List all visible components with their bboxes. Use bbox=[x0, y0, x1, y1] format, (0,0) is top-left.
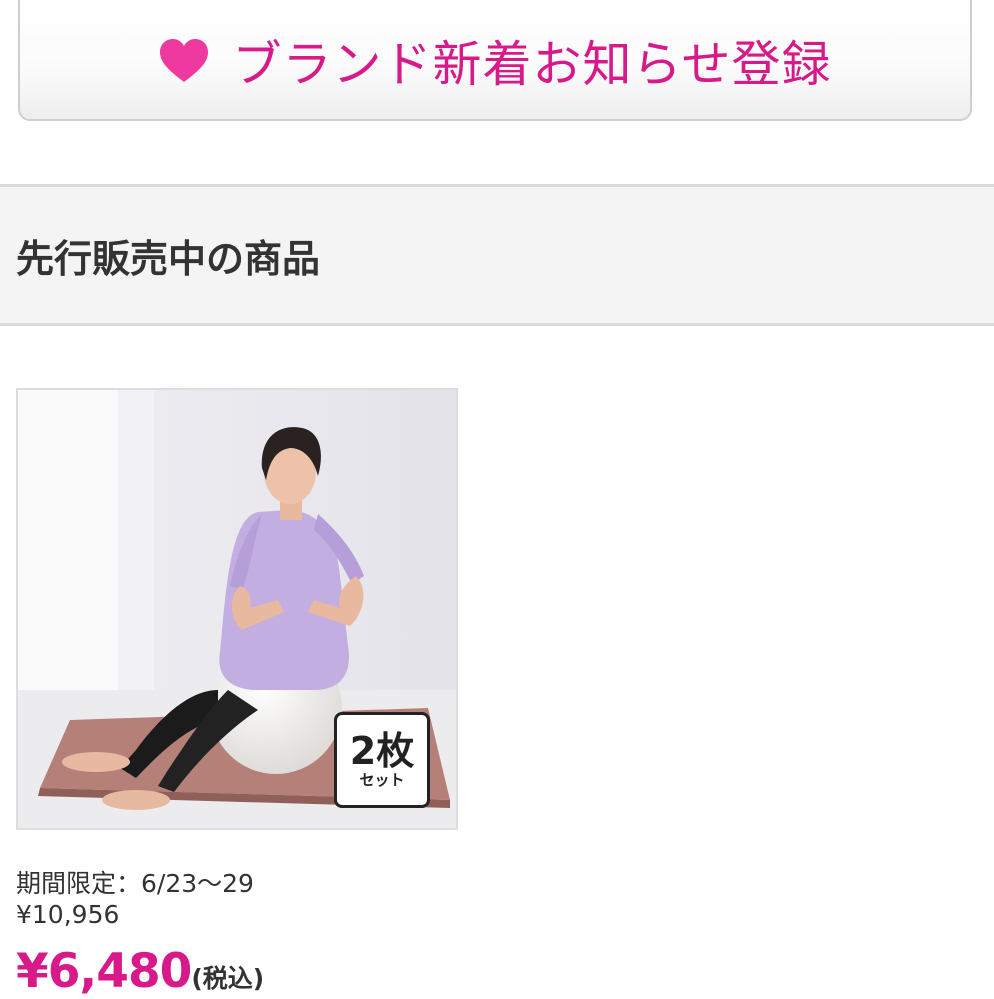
tax-label: (税込) bbox=[191, 964, 265, 993]
brand-news-register-label: ブランド新着お知らせ登録 bbox=[232, 36, 832, 93]
product-card[interactable]: 2枚 セット bbox=[16, 388, 458, 830]
original-price: ¥10,956 bbox=[16, 900, 120, 929]
set-badge: 2枚 セット bbox=[334, 712, 430, 808]
section-header: 先行販売中の商品 bbox=[0, 184, 994, 326]
section-title: 先行販売中の商品 bbox=[16, 236, 321, 281]
sale-price: ¥6,480(税込) bbox=[16, 944, 264, 999]
sale-price-amount: ¥6,480 bbox=[16, 944, 192, 999]
sale-period: 期間限定：6/23〜29 bbox=[16, 869, 254, 898]
set-badge-unit: セット bbox=[359, 771, 405, 789]
product-image[interactable]: 2枚 セット bbox=[16, 388, 458, 830]
set-badge-count: 2枚 bbox=[349, 729, 415, 773]
brand-news-register-button[interactable]: ブランド新着お知らせ登録 bbox=[18, 0, 972, 121]
heart-icon bbox=[158, 38, 210, 84]
